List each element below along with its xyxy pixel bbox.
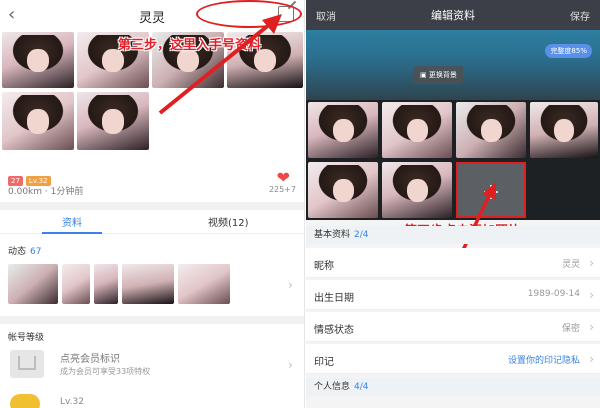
birthday-value: 1989-09-14 — [527, 289, 580, 299]
chevron-right-icon: › — [589, 256, 594, 270]
profile-tabs: 资料 视频(12) — [0, 208, 304, 234]
divider — [0, 316, 304, 324]
nickname-value: 灵灵 — [561, 260, 580, 270]
edit-profile-panel: 取消 编辑资料 保存 完整度85% ▣ 更换背景 + 第四步点击添加照片 基本资… — [306, 0, 600, 408]
vip-subtitle: 成为会员可享受33项特权 — [60, 367, 151, 376]
edit-title: 编辑资料 — [431, 9, 475, 22]
dynamic-thumb[interactable] — [178, 264, 230, 304]
personal-info-count: 4/4 — [354, 382, 369, 392]
dynamic-thumb[interactable] — [94, 264, 118, 304]
gallery-photo[interactable] — [382, 102, 452, 158]
chevron-right-icon[interactable]: › — [288, 278, 293, 292]
edit-header: 取消 编辑资料 保存 — [306, 0, 600, 30]
completeness-badge: 完整度85% — [545, 44, 592, 58]
relationship-value: 保密 — [561, 324, 580, 334]
account-level-label: 帐号等级 — [8, 333, 45, 343]
cover-background[interactable]: 完整度85% ▣ 更换背景 — [306, 30, 600, 100]
image-icon: ▣ — [420, 71, 429, 79]
birthday-row[interactable]: 出生日期 1989-09-14 › — [306, 280, 600, 310]
profile-photo[interactable] — [2, 32, 74, 88]
annotation-arrow — [158, 14, 282, 115]
gallery-photo[interactable] — [308, 162, 378, 218]
gallery-photo[interactable] — [308, 102, 378, 158]
gallery-photo[interactable] — [530, 102, 598, 158]
change-background-button[interactable]: ▣ 更换背景 — [414, 66, 463, 84]
tab-videos[interactable]: 视频(12) — [208, 214, 249, 229]
relationship-row[interactable]: 情感状态 保密 › — [306, 312, 600, 342]
chevron-right-icon[interactable]: › — [288, 358, 293, 372]
distance-text: 0.00km · 1分钟前 — [8, 187, 84, 197]
vip-title[interactable]: 点亮会员标识 — [60, 350, 120, 365]
basic-info-label: 基本资料 — [314, 230, 351, 240]
relationship-label: 情感状态 — [314, 325, 354, 336]
profile-photo[interactable] — [2, 92, 74, 150]
basic-info-count: 2/4 — [354, 230, 369, 240]
personal-info-section: 个人信息 4/4 — [306, 378, 600, 396]
dynamic-thumb[interactable] — [122, 264, 174, 304]
save-button[interactable]: 保存 — [570, 8, 590, 23]
dynamic-count: 67 — [30, 247, 42, 257]
profile-stats: 27 Lv.32 0.00km · 1分钟前 ❤ 225+7 — [8, 168, 298, 200]
gallery-photo[interactable] — [382, 162, 452, 218]
dynamic-thumb[interactable] — [8, 264, 58, 304]
tab-profile[interactable]: 资料 — [62, 214, 82, 229]
chevron-right-icon: › — [589, 288, 594, 302]
profile-photo[interactable] — [77, 92, 149, 150]
imprint-label: 印记 — [314, 357, 334, 368]
nickname-row[interactable]: 昵称 灵灵 › — [306, 248, 600, 278]
birthday-label: 出生日期 — [314, 293, 354, 304]
gallery-photo[interactable] — [456, 102, 526, 158]
level-icon — [10, 394, 40, 408]
chevron-right-icon: › — [589, 320, 594, 334]
profile-panel: ‹ 灵灵 第三步，这里入手号资料 27 Lv.32 0.00km · 1分钟前 ❤… — [0, 0, 305, 408]
dynamic-thumbnails[interactable] — [8, 264, 238, 304]
crown-icon — [10, 350, 44, 378]
level-label: Lv.32 — [60, 397, 84, 407]
change-background-label: 更换背景 — [428, 71, 457, 79]
basic-info-section: 基本资料 2/4 — [306, 226, 600, 244]
dynamic-header[interactable]: 动态 67 — [8, 244, 41, 257]
likes-count: 225+7 — [268, 185, 296, 194]
nickname-label: 昵称 — [314, 261, 334, 272]
imprint-row[interactable]: 印记 设置你的印记隐私 › — [306, 344, 600, 374]
chevron-right-icon: › — [589, 352, 594, 366]
dynamic-thumb[interactable] — [62, 264, 90, 304]
tab-indicator — [42, 232, 102, 234]
imprint-value: 设置你的印记隐私 — [507, 356, 580, 366]
dynamic-label: 动态 — [8, 247, 27, 257]
personal-info-label: 个人信息 — [314, 382, 351, 392]
